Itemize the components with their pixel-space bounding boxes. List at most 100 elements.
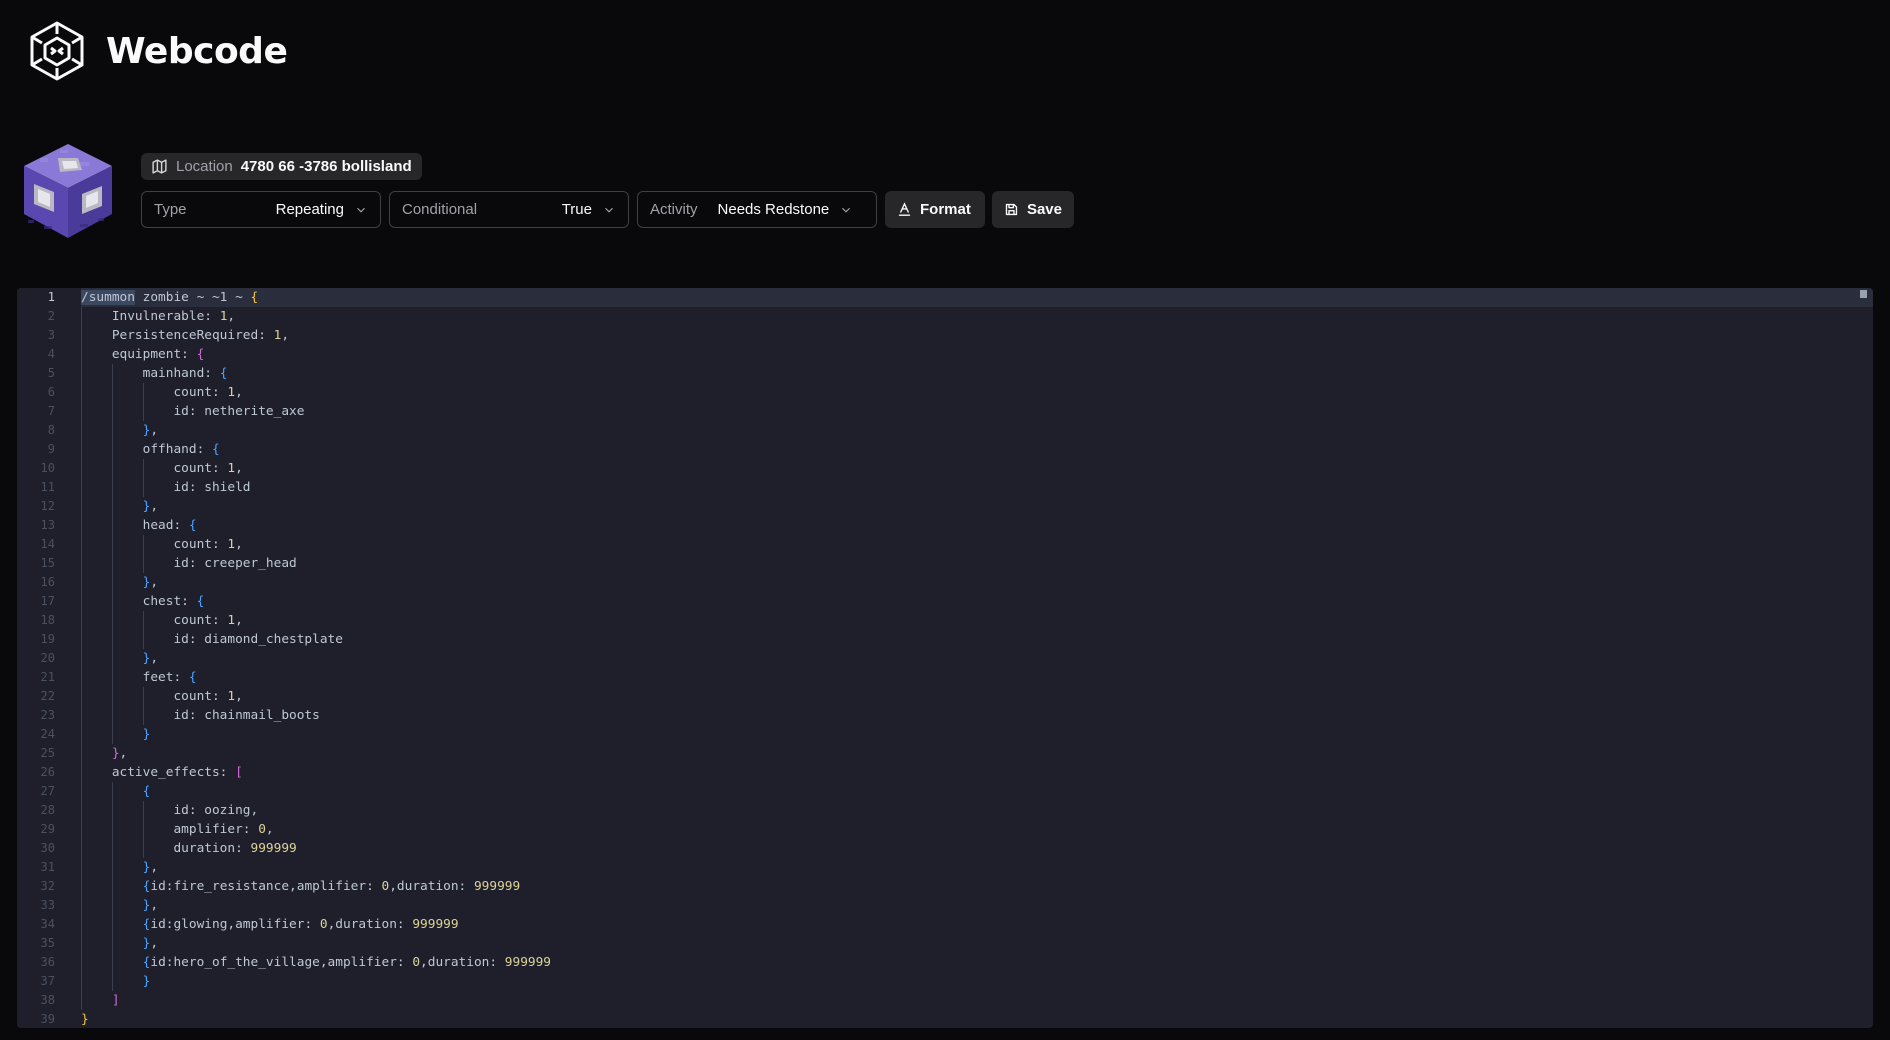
- line-number: 14: [40, 537, 55, 551]
- line-number: 30: [40, 841, 55, 855]
- code-line[interactable]: count: 1,: [81, 535, 1873, 554]
- code-line[interactable]: /summon zombie ~ ~1 ~ {: [81, 288, 1873, 307]
- chevron-down-icon: [842, 207, 851, 213]
- conditional-label: Conditional: [402, 201, 478, 218]
- code-line[interactable]: id: oozing,: [81, 801, 1873, 820]
- code-line[interactable]: }: [81, 1010, 1873, 1028]
- line-number: 16: [40, 575, 55, 589]
- type-value: Repeating: [275, 201, 344, 218]
- code-line[interactable]: {: [81, 782, 1873, 801]
- code-line[interactable]: equipment: {: [81, 345, 1873, 364]
- code-line[interactable]: {id:glowing,amplifier: 0,duration: 99999…: [81, 915, 1873, 934]
- line-number: 8: [47, 423, 55, 437]
- type-select[interactable]: Type Repeating: [141, 191, 381, 228]
- code-line[interactable]: count: 1,: [81, 459, 1873, 478]
- code-line[interactable]: offhand: {: [81, 440, 1873, 459]
- code-editor[interactable]: 1 2 3 4 5 6 7 8 9 10 11 12 13 14 15 16 17 18 19 20 21 22 23 24 2…: [17, 288, 1873, 1028]
- line-number: 6: [47, 385, 55, 399]
- line-number: 32: [40, 879, 55, 893]
- code-line[interactable]: amplifier: 0,: [81, 820, 1873, 839]
- code-line[interactable]: head: {: [81, 516, 1873, 535]
- activity-label: Activity: [650, 201, 698, 218]
- line-number: 37: [40, 974, 55, 988]
- line-number: 5: [47, 366, 55, 380]
- line-number: 26: [40, 765, 55, 779]
- code-line[interactable]: ]: [81, 991, 1873, 1010]
- line-number: 21: [40, 670, 55, 684]
- line-number: 17: [40, 594, 55, 608]
- line-number: 33: [40, 898, 55, 912]
- line-number: 23: [40, 708, 55, 722]
- command-block-image: [24, 144, 112, 238]
- code-line[interactable]: {id:fire_resistance,amplifier: 0,duratio…: [81, 877, 1873, 896]
- line-number: 19: [40, 632, 55, 646]
- line-number: 38: [40, 993, 55, 1007]
- code-line[interactable]: },: [81, 934, 1873, 953]
- code-content[interactable]: /summon zombie ~ ~1 ~ { Invulnerable: 1,…: [81, 288, 1873, 1028]
- line-number: 11: [40, 480, 55, 494]
- activity-select[interactable]: Activity Needs Redstone: [637, 191, 877, 228]
- line-number: 9: [47, 442, 55, 456]
- code-line[interactable]: Invulnerable: 1,: [81, 307, 1873, 326]
- activity-value: Needs Redstone: [717, 201, 830, 218]
- save-icon: [1005, 203, 1018, 216]
- type-label: Type: [154, 201, 187, 218]
- code-line[interactable]: },: [81, 744, 1873, 763]
- code-line[interactable]: id: chainmail_boots: [81, 706, 1873, 725]
- save-button[interactable]: Save: [992, 191, 1074, 228]
- line-number: 39: [40, 1012, 55, 1026]
- code-line[interactable]: id: netherite_axe: [81, 402, 1873, 421]
- line-number: 22: [40, 689, 55, 703]
- line-number: 3: [47, 328, 55, 342]
- code-line[interactable]: id: creeper_head: [81, 554, 1873, 573]
- line-number: 31: [40, 860, 55, 874]
- code-line[interactable]: duration: 999999: [81, 839, 1873, 858]
- location-label: Location: [176, 158, 233, 175]
- chevron-down-icon: [357, 207, 365, 213]
- conditional-select[interactable]: Conditional True: [389, 191, 629, 228]
- code-line[interactable]: count: 1,: [81, 611, 1873, 630]
- code-line[interactable]: feet: {: [81, 668, 1873, 687]
- line-number: 12: [40, 499, 55, 513]
- line-number: 25: [40, 746, 55, 760]
- conditional-value: True: [561, 201, 592, 218]
- code-line[interactable]: }: [81, 725, 1873, 744]
- code-line[interactable]: },: [81, 649, 1873, 668]
- line-number: 34: [40, 917, 55, 931]
- location-value: 4780 66 -3786 bollisland: [240, 158, 412, 175]
- line-number: 1: [47, 290, 55, 304]
- format-text-icon: [898, 202, 911, 216]
- code-line[interactable]: PersistenceRequired: 1,: [81, 326, 1873, 345]
- format-button-label: Format: [920, 201, 971, 218]
- code-line[interactable]: },: [81, 573, 1873, 592]
- line-number: 4: [47, 347, 55, 361]
- code-line[interactable]: },: [81, 497, 1873, 516]
- code-line[interactable]: }: [81, 972, 1873, 991]
- line-number: 36: [40, 955, 55, 969]
- cube-logo-icon: [30, 21, 84, 81]
- code-line[interactable]: },: [81, 858, 1873, 877]
- code-line[interactable]: mainhand: {: [81, 364, 1873, 383]
- code-line[interactable]: count: 1,: [81, 383, 1873, 402]
- map-icon: [152, 159, 167, 174]
- code-line[interactable]: count: 1,: [81, 687, 1873, 706]
- scrollbar-thumb[interactable]: [1860, 290, 1867, 298]
- code-line[interactable]: {id:hero_of_the_village,amplifier: 0,dur…: [81, 953, 1873, 972]
- code-line[interactable]: active_effects: [: [81, 763, 1873, 782]
- code-line[interactable]: },: [81, 896, 1873, 915]
- app-title: Webcode: [106, 30, 288, 72]
- code-line[interactable]: },: [81, 421, 1873, 440]
- line-number: 20: [40, 651, 55, 665]
- line-number: 28: [40, 803, 55, 817]
- line-number: 15: [40, 556, 55, 570]
- code-line[interactable]: chest: {: [81, 592, 1873, 611]
- line-number: 27: [40, 784, 55, 798]
- code-line[interactable]: id: shield: [81, 478, 1873, 497]
- format-button[interactable]: Format: [885, 191, 985, 228]
- save-button-label: Save: [1026, 201, 1062, 218]
- line-number: 13: [40, 518, 55, 532]
- line-number: 7: [47, 404, 55, 418]
- location-chip: Location 4780 66 -3786 bollisland: [141, 153, 422, 180]
- chevron-down-icon: [605, 207, 613, 213]
- code-line[interactable]: id: diamond_chestplate: [81, 630, 1873, 649]
